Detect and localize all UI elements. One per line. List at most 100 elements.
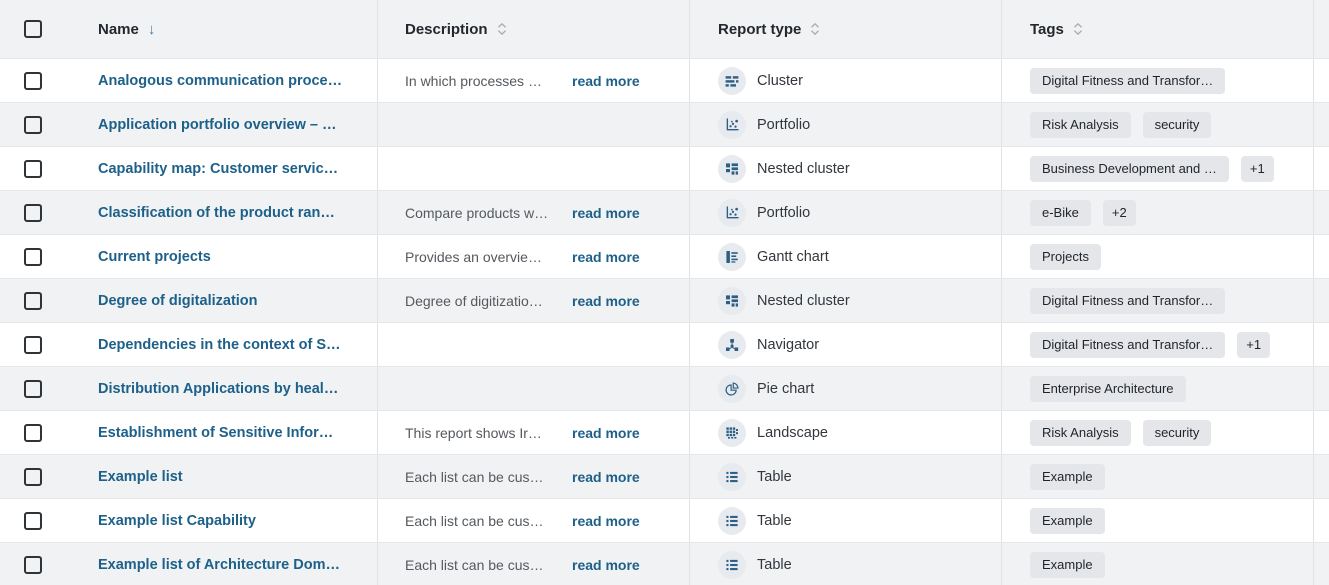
gantt-chart-icon <box>718 243 746 271</box>
read-more-link[interactable]: read more <box>572 425 640 441</box>
report-name-link[interactable]: Distribution Applications by heal… <box>98 381 338 397</box>
column-header-report-type: Report type <box>690 0 1002 58</box>
report-name-link[interactable]: Establishment of Sensitive Infor… <box>98 425 333 441</box>
tags-cell: Digital Fitness and Transfor… <box>1002 279 1314 322</box>
report-name-link[interactable]: Example list Capability <box>98 513 256 529</box>
report-type-cell: Table <box>690 455 1002 498</box>
tag-pill: security <box>1143 420 1212 446</box>
report-type-cell: Nested cluster <box>690 147 1002 190</box>
reports-table: Name↓ Description Report type Tags Analogou… <box>0 0 1329 585</box>
read-more-link[interactable]: read more <box>572 73 640 89</box>
report-name-link[interactable]: Analogous communication proce… <box>98 73 342 89</box>
report-type-label: Pie chart <box>757 381 814 397</box>
description-text: Each list can be cus… <box>405 513 563 529</box>
row-checkbox[interactable] <box>24 556 42 574</box>
description-cell <box>378 103 690 146</box>
row-checkbox[interactable] <box>24 116 42 134</box>
nested-cluster-icon <box>718 155 746 183</box>
tag-pill: Risk Analysis <box>1030 112 1131 138</box>
row-spacer <box>1314 411 1329 454</box>
row-spacer <box>1314 543 1329 585</box>
report-type-label: Gantt chart <box>757 249 829 265</box>
report-type-label: Nested cluster <box>757 293 850 309</box>
description-cell: Compare products w… read more <box>378 191 690 234</box>
tags-cell: Example <box>1002 499 1314 542</box>
read-more-link[interactable]: read more <box>572 249 640 265</box>
row-checkbox[interactable] <box>24 380 42 398</box>
name-cell: Capability map: Customer servic… <box>66 147 378 190</box>
name-cell: Example list Capability <box>66 499 378 542</box>
read-more-link[interactable]: read more <box>572 469 640 485</box>
sort-control-tags[interactable]: Tags <box>1030 21 1083 38</box>
portfolio-icon <box>718 199 746 227</box>
sort-control-description[interactable]: Description <box>405 21 507 38</box>
table-row: Example list of Architecture Dom…Each li… <box>0 542 1329 585</box>
select-all-checkbox[interactable] <box>24 20 42 38</box>
row-checkbox[interactable] <box>24 468 42 486</box>
report-name-link[interactable]: Example list of Architecture Dom… <box>98 557 340 573</box>
description-text: This report shows Ir… <box>405 425 563 441</box>
more-tags-badge[interactable]: +1 <box>1241 156 1274 182</box>
row-checkbox[interactable] <box>24 204 42 222</box>
report-name-link[interactable]: Current projects <box>98 249 211 265</box>
row-checkbox-cell <box>0 367 66 410</box>
column-label: Description <box>405 21 488 38</box>
tags-cell: Risk Analysissecurity <box>1002 411 1314 454</box>
name-cell: Establishment of Sensitive Infor… <box>66 411 378 454</box>
row-checkbox[interactable] <box>24 72 42 90</box>
header-spacer <box>1314 0 1329 58</box>
description-text: Compare products w… <box>405 205 563 221</box>
read-more-link[interactable]: read more <box>572 513 640 529</box>
read-more-link[interactable]: read more <box>572 557 640 573</box>
row-checkbox[interactable] <box>24 424 42 442</box>
name-cell: Dependencies in the context of S… <box>66 323 378 366</box>
row-checkbox-cell <box>0 235 66 278</box>
table-row: Current projects Provides an overvie… read… <box>0 234 1329 278</box>
description-text: Degree of digitizatio… <box>405 293 563 309</box>
sort-chevrons-icon <box>497 22 507 36</box>
report-name-link[interactable]: Dependencies in the context of S… <box>98 337 341 353</box>
row-checkbox[interactable] <box>24 160 42 178</box>
report-name-link[interactable]: Degree of digitalization <box>98 293 258 309</box>
report-name-link[interactable]: Example list <box>98 469 183 485</box>
description-text: Provides an overvie… <box>405 249 563 265</box>
table-row: Distribution Applications by heal… Pie ch… <box>0 366 1329 410</box>
row-spacer <box>1314 455 1329 498</box>
column-header-description: Description <box>378 0 690 58</box>
report-type-cell: Landscape <box>690 411 1002 454</box>
more-tags-badge[interactable]: +2 <box>1103 200 1136 226</box>
tag-pill: e-Bike <box>1030 200 1091 226</box>
row-spacer <box>1314 147 1329 190</box>
sort-control-name[interactable]: Name↓ <box>98 21 155 38</box>
column-header-name: Name↓ <box>66 0 378 58</box>
name-cell: Example list <box>66 455 378 498</box>
row-spacer <box>1314 235 1329 278</box>
read-more-link[interactable]: read more <box>572 293 640 309</box>
report-name-link[interactable]: Application portfolio overview – … <box>98 117 336 133</box>
read-more-link[interactable]: read more <box>572 205 640 221</box>
report-type-cell: Nested cluster <box>690 279 1002 322</box>
row-checkbox[interactable] <box>24 248 42 266</box>
sort-control-report-type[interactable]: Report type <box>718 21 820 38</box>
name-cell: Distribution Applications by heal… <box>66 367 378 410</box>
row-checkbox-cell <box>0 455 66 498</box>
tag-pill: Example <box>1030 464 1105 490</box>
table-row: Establishment of Sensitive Infor… This re… <box>0 410 1329 454</box>
tag-pill: Enterprise Architecture <box>1030 376 1186 402</box>
report-name-link[interactable]: Classification of the product ran… <box>98 205 335 221</box>
tag-pill: security <box>1143 112 1212 138</box>
sort-chevrons-icon <box>810 22 820 36</box>
description-cell <box>378 323 690 366</box>
more-tags-badge[interactable]: +1 <box>1237 332 1270 358</box>
report-type-label: Cluster <box>757 73 803 89</box>
report-name-link[interactable]: Capability map: Customer servic… <box>98 161 338 177</box>
row-checkbox-cell <box>0 59 66 102</box>
row-spacer <box>1314 499 1329 542</box>
row-checkbox[interactable] <box>24 292 42 310</box>
name-cell: Example list of Architecture Dom… <box>66 543 378 585</box>
table-icon <box>718 463 746 491</box>
row-checkbox[interactable] <box>24 336 42 354</box>
row-checkbox[interactable] <box>24 512 42 530</box>
tag-pill: Digital Fitness and Transfor… <box>1030 332 1225 358</box>
row-spacer <box>1314 191 1329 234</box>
